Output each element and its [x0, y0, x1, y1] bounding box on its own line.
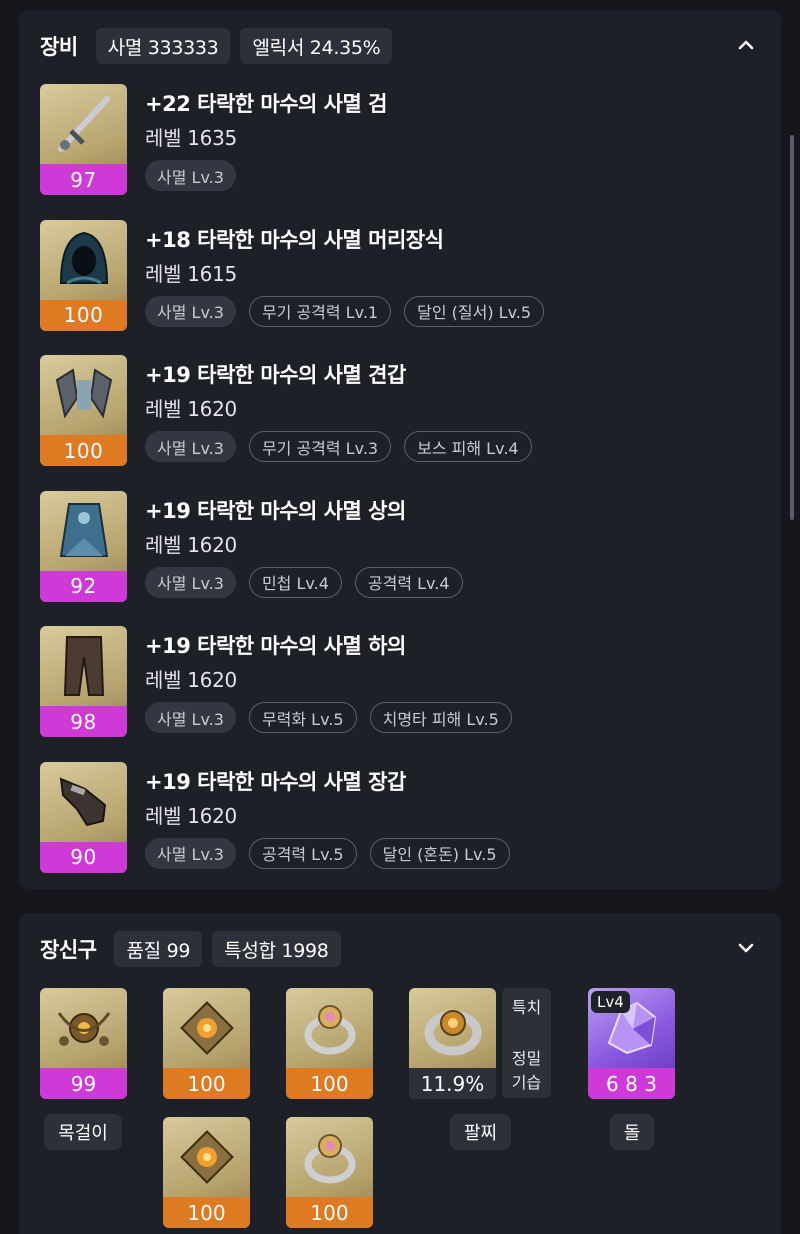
set-badge: 사멸 333333 — [95, 28, 231, 64]
necklace-tile[interactable]: 99 — [40, 988, 127, 1099]
equipment-name: +22 타락한 마수의 사멸 검 — [145, 92, 387, 116]
equipment-thumbnail: 97 — [40, 84, 127, 195]
quality-value: 100 — [40, 435, 127, 466]
effect-chip: 사멸 Lv.3 — [145, 702, 236, 733]
sword-icon — [40, 84, 127, 164]
gloves-icon — [40, 762, 127, 842]
accessories-header: 장신구 품질 99 특성합 1998 — [40, 931, 351, 967]
ring-quality: 100 — [286, 1068, 373, 1099]
equipment-item[interactable]: 98 +19 타락한 마수의 사멸 하의 레벨 1620 사멸 Lv.3 무력화 … — [40, 626, 740, 738]
equipment-level: 레벨 1620 — [145, 397, 237, 421]
effect-chips: 사멸 Lv.3 무기 공격력 Lv.3 보스 피해 Lv.4 — [145, 431, 545, 462]
effect-chip: 무기 공격력 Lv.1 — [248, 295, 392, 327]
equipment-item[interactable]: 100 +18 타락한 마수의 사멸 머리장식 레벨 1615 사멸 Lv.3 무… — [40, 219, 740, 332]
ring-icon — [286, 1117, 373, 1197]
stone-label: 돌 — [610, 1114, 654, 1150]
equipment-level: 레벨 1620 — [145, 803, 237, 828]
pants-icon — [40, 626, 127, 706]
effect-chip: 치명타 피해 Lv.5 — [369, 702, 512, 733]
ring-quality: 100 — [286, 1197, 373, 1228]
equipment-title: 장비 — [40, 35, 78, 59]
equipment-level: 레벨 1635 — [145, 126, 237, 150]
effect-chip: 민첩 Lv.4 — [248, 566, 342, 598]
scrollbar[interactable] — [790, 135, 794, 520]
bracelet-tile[interactable]: 11.9% — [409, 988, 496, 1099]
quality-value: 100 — [40, 299, 127, 331]
equipment-name: +19 타락한 마수의 사멸 상의 — [145, 498, 406, 523]
equipment-header: 장비 사멸 333333 엘릭서 24.35% — [40, 28, 402, 64]
trait-sum-badge: 특성합 1998 — [212, 931, 341, 967]
equipment-item[interactable]: 90 +19 타락한 마수의 사멸 장갑 레벨 1620 사멸 Lv.3 공격력 … — [40, 761, 740, 874]
equipment-item[interactable]: 100 +19 타락한 마수의 사멸 견갑 레벨 1620 사멸 Lv.3 무기 … — [40, 355, 740, 467]
earring-icon — [163, 988, 250, 1068]
equipment-thumbnail: 92 — [40, 490, 127, 602]
accessories-title: 장신구 — [40, 938, 97, 962]
effect-chip: 공격력 Lv.4 — [354, 566, 463, 598]
ring-icon — [286, 988, 373, 1068]
bracelet-trait: 정밀 — [511, 1049, 542, 1068]
earring-icon — [163, 1117, 250, 1197]
equipment-item[interactable]: 92 +19 타락한 마수의 사멸 상의 레벨 1620 사멸 Lv.3 민첩 L… — [40, 490, 740, 603]
equipment-thumbnail: 98 — [40, 626, 127, 737]
equipment-item[interactable]: 97 +22 타락한 마수의 사멸 검 레벨 1635 사멸 Lv.3 — [40, 84, 740, 196]
effect-chip: 사멸 Lv.3 — [145, 295, 236, 327]
bracelet-label: 팔찌 — [450, 1114, 511, 1150]
effect-chips: 사멸 Lv.3 민첩 Lv.4 공격력 Lv.4 — [145, 566, 476, 598]
bracelet-trait: 특치 — [511, 998, 542, 1017]
equipment-thumbnail: 90 — [40, 761, 127, 873]
stone-value: 6 8 3 — [588, 1068, 675, 1099]
bracelet-icon — [409, 988, 496, 1068]
elixir-badge: 엘릭서 24.35% — [240, 28, 393, 64]
equipment-level: 레벨 1620 — [145, 532, 237, 557]
earring-tile[interactable]: 100 — [163, 988, 250, 1099]
equipment-thumbnail: 100 — [40, 355, 127, 466]
quality-value: 98 — [40, 706, 127, 737]
chevron-down-icon[interactable] — [737, 939, 755, 957]
quality-value: 92 — [40, 570, 127, 602]
ring-tile[interactable]: 100 — [286, 1117, 373, 1228]
bracelet-traits: 특치 정밀 기습 — [502, 988, 551, 1098]
equipment-thumbnail: 100 — [40, 219, 127, 331]
equipment-name: +19 타락한 마수의 사멸 하의 — [145, 634, 406, 658]
quality-badge: 품질 99 — [114, 931, 203, 967]
chevron-up-icon[interactable] — [737, 36, 755, 54]
shoulder-icon — [40, 355, 127, 435]
necklace-quality: 99 — [40, 1068, 127, 1099]
equipment-level: 레벨 1620 — [145, 668, 237, 692]
effect-chip: 보스 피해 Lv.4 — [404, 431, 532, 462]
effect-chips: 사멸 Lv.3 — [145, 160, 249, 191]
earring-tile[interactable]: 100 — [163, 1117, 250, 1228]
necklace-icon — [40, 988, 127, 1068]
equipment-name: +19 타락한 마수의 사멸 견갑 — [145, 363, 406, 387]
effect-chip: 공격력 Lv.5 — [248, 837, 357, 869]
stone-tile[interactable]: Lv4 6 8 3 — [588, 988, 675, 1099]
earring-quality: 100 — [163, 1068, 250, 1099]
bracelet-percent: 11.9% — [409, 1068, 496, 1099]
effect-chips: 사멸 Lv.3 공격력 Lv.5 달인 (혼돈) Lv.5 — [145, 837, 523, 869]
earring-quality: 100 — [163, 1197, 250, 1228]
effect-chip: 사멸 Lv.3 — [145, 566, 236, 598]
necklace-label: 목걸이 — [44, 1114, 122, 1150]
stone-level: Lv4 — [591, 991, 630, 1013]
equipment-level: 레벨 1615 — [145, 261, 237, 286]
effect-chips: 사멸 Lv.3 무력화 Lv.5 치명타 피해 Lv.5 — [145, 702, 525, 733]
chest-icon — [40, 491, 127, 571]
ring-tile[interactable]: 100 — [286, 988, 373, 1099]
effect-chip: 무기 공격력 Lv.3 — [248, 431, 392, 462]
effect-chip: 사멸 Lv.3 — [145, 431, 236, 462]
equipment-name: +19 타락한 마수의 사멸 장갑 — [145, 769, 406, 794]
helmet-icon — [40, 220, 127, 300]
effect-chips: 사멸 Lv.3 무기 공격력 Lv.1 달인 (질서) Lv.5 — [145, 295, 557, 327]
effect-chip: 사멸 Lv.3 — [145, 837, 236, 869]
equipment-name: +18 타락한 마수의 사멸 머리장식 — [145, 227, 444, 252]
effect-chip: 사멸 Lv.3 — [145, 160, 236, 191]
quality-value: 90 — [40, 841, 127, 873]
quality-value: 97 — [40, 164, 127, 195]
effect-chip: 달인 (질서) Lv.5 — [404, 295, 545, 327]
effect-chip: 무력화 Lv.5 — [248, 702, 357, 733]
effect-chip: 달인 (혼돈) Lv.5 — [369, 837, 510, 869]
bracelet-trait: 기습 — [511, 1073, 542, 1092]
